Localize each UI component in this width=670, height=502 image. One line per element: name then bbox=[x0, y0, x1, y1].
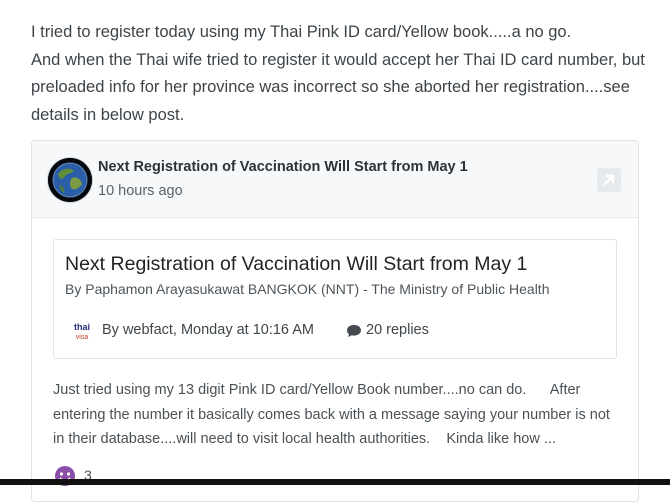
post-body-text: I tried to register today using my Thai … bbox=[31, 23, 645, 124]
open-external-icon[interactable] bbox=[597, 168, 621, 192]
topic-byline: By webfact, Monday at 10:16 AM bbox=[102, 322, 314, 338]
quoted-topic-meta: By Paphamon Arayasukawat BANGKOK (NNT) -… bbox=[65, 281, 550, 297]
svg-text:thai: thai bbox=[74, 322, 90, 332]
thaivisa-logo: thai visa bbox=[71, 320, 91, 342]
avatar[interactable] bbox=[48, 158, 92, 202]
embedded-topic-card[interactable]: Next Registration of Vaccination Will St… bbox=[31, 140, 639, 502]
embed-excerpt: Just tried using my 13 digit Pink ID car… bbox=[53, 382, 614, 447]
svg-text:visa: visa bbox=[76, 334, 89, 341]
comment-bubble-icon bbox=[346, 324, 362, 338]
embed-topic-title[interactable]: Next Registration of Vaccination Will St… bbox=[98, 159, 468, 175]
embed-timestamp: 10 hours ago bbox=[98, 183, 183, 199]
embed-header: Next Registration of Vaccination Will St… bbox=[32, 141, 638, 218]
quoted-topic-card[interactable]: Next Registration of Vaccination Will St… bbox=[53, 239, 617, 359]
reply-count[interactable]: 20 replies bbox=[366, 322, 429, 338]
quoted-topic-title[interactable]: Next Registration of Vaccination Will St… bbox=[65, 253, 527, 276]
bottom-edge-bar bbox=[0, 479, 670, 485]
globe-avatar-icon bbox=[48, 158, 92, 202]
